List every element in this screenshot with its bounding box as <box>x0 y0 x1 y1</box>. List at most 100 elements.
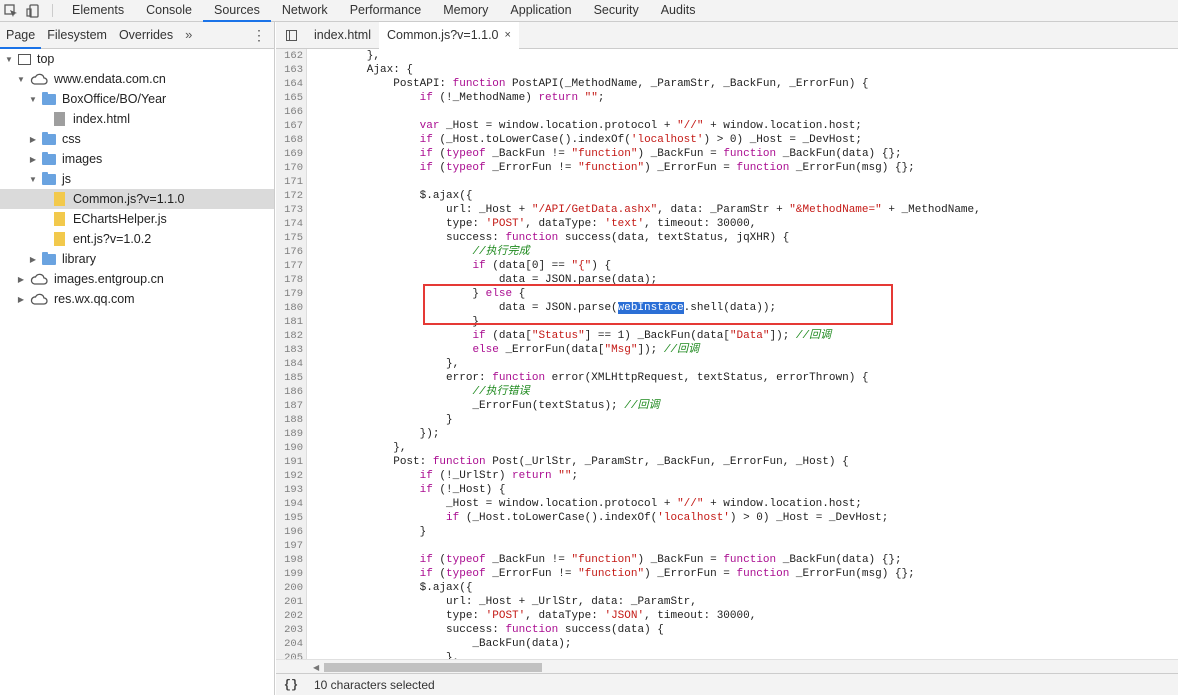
expanded-triangle-icon[interactable]: ▼ <box>16 75 26 84</box>
code-line[interactable]: 178 data = JSON.parse(data); <box>276 273 1178 287</box>
tree-folder-item[interactable]: ▼ js <box>0 169 274 189</box>
code-area[interactable]: 162 }, 163 Ajax: {164 PostAPI: function P… <box>276 49 1178 659</box>
code-line[interactable]: 165 if (!_MethodName) return ""; <box>276 91 1178 105</box>
navigator-tab-overrides[interactable]: Overrides <box>113 22 179 48</box>
code-text[interactable]: }, <box>305 357 459 371</box>
code-line[interactable]: 184 }, <box>276 357 1178 371</box>
code-line[interactable]: 195 if (_Host.toLowerCase().indexOf('loc… <box>276 511 1178 525</box>
code-text[interactable]: $.ajax({ <box>305 581 473 595</box>
navigator-tab-filesystem[interactable]: Filesystem <box>41 22 113 48</box>
collapsed-triangle-icon[interactable]: ▶ <box>28 255 38 264</box>
code-line[interactable]: 182 if (data["Status"] == 1) _BackFun(da… <box>276 329 1178 343</box>
code-line[interactable]: 191 Post: function Post(_UrlStr, _ParamS… <box>276 455 1178 469</box>
code-text[interactable]: if (typeof _ErrorFun != "function") _Err… <box>305 567 915 581</box>
scroll-left-icon[interactable]: ◀ <box>313 663 319 672</box>
main-tab-audits[interactable]: Audits <box>650 0 707 21</box>
code-text[interactable]: }, <box>305 441 406 455</box>
code-line[interactable]: 201 url: _Host + _UrlStr, data: _ParamSt… <box>276 595 1178 609</box>
code-text[interactable]: } else { <box>305 287 525 301</box>
code-text[interactable]: if (data[0] == "{") { <box>305 259 611 273</box>
code-line[interactable]: 162 }, <box>276 49 1178 63</box>
code-text[interactable]: $.ajax({ <box>305 189 473 203</box>
code-text[interactable] <box>305 175 314 189</box>
code-line[interactable]: 196 } <box>276 525 1178 539</box>
code-line[interactable]: 186 //执行错误 <box>276 385 1178 399</box>
code-text[interactable]: if (typeof _BackFun != "function") _Back… <box>305 147 902 161</box>
collapsed-triangle-icon[interactable]: ▶ <box>28 135 38 144</box>
code-line[interactable]: 190 }, <box>276 441 1178 455</box>
code-text[interactable]: if (_Host.toLowerCase().indexOf('localho… <box>305 133 862 147</box>
tree-folder-item[interactable]: ▶ library <box>0 249 274 269</box>
code-line[interactable]: 174 type: 'POST', dataType: 'text', time… <box>276 217 1178 231</box>
tree-file-item[interactable]: ▶ent.js?v=1.0.2 <box>0 229 274 249</box>
tree-folder-item[interactable]: ▶ css <box>0 129 274 149</box>
collapsed-triangle-icon[interactable]: ▶ <box>16 295 26 304</box>
code-text[interactable]: data = JSON.parse(data); <box>305 273 657 287</box>
code-line[interactable]: 203 success: function success(data) { <box>276 623 1178 637</box>
code-line[interactable]: 170 if (typeof _ErrorFun != "function") … <box>276 161 1178 175</box>
code-line[interactable]: 166 <box>276 105 1178 119</box>
tree-file-item[interactable]: ▶Common.js?v=1.1.0 <box>0 189 274 209</box>
code-text[interactable]: if (!_Host) { <box>305 483 506 497</box>
main-tab-performance[interactable]: Performance <box>339 0 433 21</box>
pretty-print-button[interactable]: {} <box>276 678 306 692</box>
main-tab-elements[interactable]: Elements <box>61 0 135 21</box>
toggle-navigator-icon[interactable] <box>276 22 306 48</box>
code-text[interactable]: if (typeof _BackFun != "function") _Back… <box>305 553 902 567</box>
code-line[interactable]: 189 }); <box>276 427 1178 441</box>
code-line[interactable]: 185 error: function error(XMLHttpRequest… <box>276 371 1178 385</box>
code-text[interactable]: }); <box>305 427 440 441</box>
code-line[interactable]: 192 if (!_UrlStr) return ""; <box>276 469 1178 483</box>
code-text[interactable]: if (!_MethodName) return ""; <box>305 91 605 105</box>
navigator-tab-page[interactable]: Page <box>0 22 42 49</box>
code-text[interactable]: _Host = window.location.protocol + "//" … <box>305 497 862 511</box>
code-text[interactable]: success: function success(data) { <box>305 623 664 637</box>
tree-file-item[interactable]: ▶EChartsHelper.js <box>0 209 274 229</box>
code-line[interactable]: 188 } <box>276 413 1178 427</box>
code-text[interactable]: Ajax: { <box>305 63 413 77</box>
code-text[interactable]: data = JSON.parse(webInstace.shell(data)… <box>305 301 776 315</box>
code-line[interactable]: 199 if (typeof _ErrorFun != "function") … <box>276 567 1178 581</box>
main-tab-application[interactable]: Application <box>499 0 582 21</box>
code-text[interactable]: type: 'POST', dataType: 'text', timeout:… <box>305 217 756 231</box>
code-line[interactable]: 180 data = JSON.parse(webInstace.shell(d… <box>276 301 1178 315</box>
code-text[interactable]: _ErrorFun(textStatus); //回调 <box>305 399 659 413</box>
code-text[interactable]: Post: function Post(_UrlStr, _ParamStr, … <box>305 455 849 469</box>
tree-folder-item[interactable]: ▼ top <box>0 49 274 69</box>
code-line[interactable]: 168 if (_Host.toLowerCase().indexOf('loc… <box>276 133 1178 147</box>
code-text[interactable]: //执行完成 <box>305 245 529 259</box>
code-line[interactable]: 193 if (!_Host) { <box>276 483 1178 497</box>
code-lines[interactable]: 162 }, 163 Ajax: {164 PostAPI: function P… <box>276 49 1178 659</box>
code-line[interactable]: 179 } else { <box>276 287 1178 301</box>
main-tab-network[interactable]: Network <box>271 0 339 21</box>
collapsed-triangle-icon[interactable]: ▶ <box>16 275 26 284</box>
code-line[interactable]: 200 $.ajax({ <box>276 581 1178 595</box>
tree-folder-item[interactable]: ▶ images <box>0 149 274 169</box>
code-text[interactable]: success: function success(data, textStat… <box>305 231 789 245</box>
code-line[interactable]: 172 $.ajax({ <box>276 189 1178 203</box>
code-text[interactable]: if (data["Status"] == 1) _BackFun(data["… <box>305 329 831 343</box>
collapsed-triangle-icon[interactable]: ▶ <box>28 155 38 164</box>
expanded-triangle-icon[interactable]: ▼ <box>28 95 38 104</box>
code-text[interactable]: PostAPI: function PostAPI(_MethodName, _… <box>305 77 868 91</box>
tree-file-item[interactable]: ▶index.html <box>0 109 274 129</box>
code-text[interactable]: var _Host = window.location.protocol + "… <box>305 119 862 133</box>
editor-tab[interactable]: Common.js?v=1.1.0 × <box>378 22 519 49</box>
code-text[interactable]: if (!_UrlStr) return ""; <box>305 469 578 483</box>
tree-folder-item[interactable]: ▶ res.wx.qq.com <box>0 289 274 309</box>
horizontal-scrollbar[interactable]: ◀ <box>276 659 1178 673</box>
code-text[interactable]: } <box>305 413 453 427</box>
code-text[interactable]: else _ErrorFun(data["Msg"]); //回调 <box>305 343 699 357</box>
main-tab-memory[interactable]: Memory <box>432 0 499 21</box>
tree-folder-item[interactable]: ▼ www.endata.com.cn <box>0 69 274 89</box>
code-text[interactable] <box>305 105 314 119</box>
code-text[interactable]: }, <box>305 49 380 63</box>
code-text[interactable]: } <box>305 525 427 539</box>
code-text[interactable]: if (_Host.toLowerCase().indexOf('localho… <box>305 511 888 525</box>
code-text[interactable]: } <box>305 315 479 329</box>
code-line[interactable]: 163 Ajax: { <box>276 63 1178 77</box>
tree-folder-item[interactable]: ▼ BoxOffice/BO/Year <box>0 89 274 109</box>
device-toolbar-icon[interactable] <box>22 0 44 21</box>
code-line[interactable]: 175 success: function success(data, text… <box>276 231 1178 245</box>
code-text[interactable]: type: 'POST', dataType: 'JSON', timeout:… <box>305 609 756 623</box>
